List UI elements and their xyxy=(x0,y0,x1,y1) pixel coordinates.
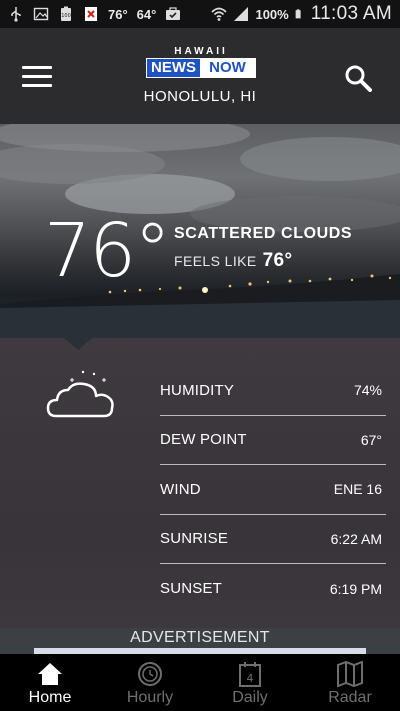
briefcase-check-icon xyxy=(166,7,181,20)
status-temp-2: 64° xyxy=(136,6,157,22)
status-bar: 100 76° 64° 100% 11:03 AM xyxy=(0,0,400,28)
hero-image: 76° SCATTERED CLOUDS FEELS LIKE 76° xyxy=(0,124,400,338)
bottom-navigation: Home Hourly 4 Daily Radar xyxy=(0,654,400,711)
logo-now: NOW xyxy=(200,59,255,77)
details-panel: HUMIDITY 74% DEW POINT 67° WIND ENE 16 S… xyxy=(0,338,400,628)
detail-label: SUNRISE xyxy=(160,530,229,548)
partly-cloudy-night-icon xyxy=(46,370,114,418)
detail-row-sunset: SUNSET 6:19 PM xyxy=(160,564,386,614)
nav-daily[interactable]: 4 Daily xyxy=(200,654,300,711)
feels-like-label: FEELS LIKE xyxy=(174,253,257,269)
nav-label: Radar xyxy=(328,689,372,706)
brand-logo: HAWAII NEWS NOW xyxy=(146,46,256,78)
detail-row-wind: WIND ENE 16 xyxy=(160,465,386,515)
nav-radar[interactable]: Radar xyxy=(300,654,400,711)
advertisement-strip: ADVERTISEMENT xyxy=(0,628,400,654)
logo-box: NEWS NOW xyxy=(146,58,256,78)
current-condition: SCATTERED CLOUDS xyxy=(174,225,353,242)
image-icon xyxy=(33,7,49,21)
current-temperature: 76° xyxy=(44,208,171,294)
detail-row-sunrise: SUNRISE 6:22 AM xyxy=(160,515,386,564)
hero-pointer xyxy=(64,338,92,350)
menu-bar xyxy=(22,84,52,87)
home-icon xyxy=(38,663,62,685)
detail-label: DEW POINT xyxy=(160,431,247,449)
menu-bar xyxy=(22,75,52,78)
detail-label: WIND xyxy=(160,480,201,498)
calendar-icon: 4 xyxy=(239,662,261,687)
system-icons: 100% 11:03 AM xyxy=(211,3,392,25)
detail-label: HUMIDITY xyxy=(160,381,235,399)
nav-label: Daily xyxy=(232,689,268,706)
app-header: HAWAII NEWS NOW HONOLULU, HI xyxy=(0,28,400,124)
small-badge-text: 100 xyxy=(61,13,71,19)
feels-like-value: 76° xyxy=(262,250,293,271)
logo-news: NEWS xyxy=(147,59,200,77)
clock-icon xyxy=(138,662,162,686)
detail-value: 6:22 AM xyxy=(330,530,382,547)
detail-value: 6:19 PM xyxy=(329,580,382,597)
signal-icon xyxy=(234,7,249,21)
nav-label: Home xyxy=(28,689,72,706)
detail-row-dew-point: DEW POINT 67° xyxy=(160,416,386,465)
menu-bar xyxy=(22,66,52,69)
error-icon xyxy=(85,7,97,21)
battery-badge-icon: 100 xyxy=(61,6,71,21)
nav-home[interactable]: Home xyxy=(0,654,100,711)
details-list: HUMIDITY 74% DEW POINT 67° WIND ENE 16 S… xyxy=(160,366,386,614)
status-time: 11:03 AM xyxy=(310,3,392,24)
feels-like: FEELS LIKE 76° xyxy=(174,250,293,272)
nav-label: Hourly xyxy=(126,689,174,706)
location-label[interactable]: HONOLULU, HI xyxy=(0,88,400,105)
detail-label: SUNSET xyxy=(160,580,223,598)
notification-icons: 100 76° 64° xyxy=(8,6,181,22)
advertisement-label: ADVERTISEMENT xyxy=(130,629,270,646)
battery-percent: 100% xyxy=(255,6,289,22)
status-temp-1: 76° xyxy=(108,6,128,22)
calendar-number: 4 xyxy=(247,672,254,685)
search-icon[interactable] xyxy=(344,64,372,92)
detail-row-humidity: HUMIDITY 74% xyxy=(160,366,386,416)
nav-hourly[interactable]: Hourly xyxy=(100,654,200,711)
battery-icon xyxy=(295,9,301,19)
wifi-icon xyxy=(211,7,228,21)
detail-value: ENE 16 xyxy=(333,481,382,498)
detail-value: 67° xyxy=(360,431,382,448)
menu-button[interactable] xyxy=(22,66,52,88)
usb-icon xyxy=(11,7,21,22)
logo-hawaii: HAWAII xyxy=(174,46,228,57)
detail-value: 74% xyxy=(353,382,382,399)
map-icon xyxy=(337,661,363,687)
